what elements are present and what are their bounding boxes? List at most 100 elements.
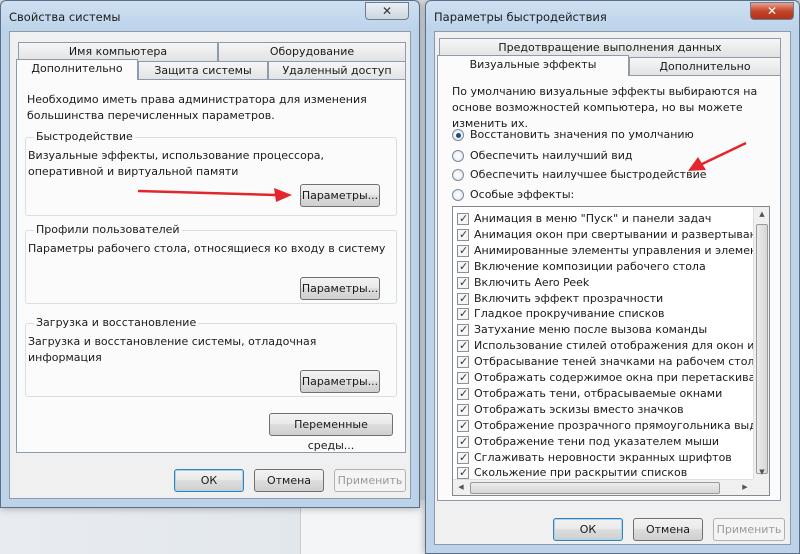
radio-button[interactable] [452,189,464,201]
tab-label: Дополнительно [31,62,123,75]
tab-visual-effects[interactable]: Визуальные эффекты [437,55,629,76]
custom-effects-list[interactable]: Анимация в меню "Пуск" и панели задач Ани… [452,206,770,496]
checkbox[interactable] [457,465,469,481]
scroll-thumb[interactable] [470,482,720,494]
horizontal-scrollbar[interactable]: ◀ ▶ [453,479,753,495]
vertical-scrollbar[interactable]: ▲ ▼ [753,207,769,479]
visual-effects-intro: По умолчанию визуальные эффекты выбирают… [452,85,758,130]
tab-remote-access[interactable]: Удаленный доступ [268,61,406,80]
checkbox[interactable] [457,211,469,227]
effect-label: Сглаживать неровности экранных шрифтов [474,450,732,464]
tab-hardware[interactable]: Оборудование [218,42,406,61]
radio-label: Восстановить значения по умолчанию [470,128,694,141]
user-profiles-group-title: Профили пользователей [34,223,182,236]
checkbox[interactable] [457,338,469,354]
effect-label: Отображение прозрачного прямоугольника в… [474,418,770,432]
close-button[interactable]: ✕ [365,2,409,20]
apply-button[interactable]: Применить [713,518,785,541]
startup-recovery-group-title: Загрузка и восстановление [34,316,199,329]
checkbox[interactable] [457,386,469,402]
effect-label: Анимация окон при свертывании и разверты… [474,227,770,241]
tab-label: Удаленный доступ [282,64,392,77]
checkbox[interactable] [457,306,469,322]
tab-label: Защита системы [154,64,252,77]
window-title: Свойства системы [9,10,121,24]
startup-recovery-group: Загрузка и восстановление Загрузка и вос… [25,316,397,397]
performance-description: Визуальные эффекты, использование процес… [28,149,325,178]
checkbox[interactable] [457,370,469,386]
user-profiles-group: Профили пользователей Параметры рабочего… [25,223,397,304]
checkbox[interactable] [457,291,469,307]
tab-advanced[interactable]: Дополнительно [16,59,138,80]
close-icon: ✕ [766,4,778,18]
apply-button[interactable]: Применить [334,469,406,492]
tab-label: Оборудование [269,45,355,58]
scroll-right-arrow-icon[interactable]: ▶ [737,483,753,491]
cancel-button[interactable]: Отмена [254,469,324,492]
startup-recovery-settings-button[interactable]: Параметры... [300,370,380,393]
close-icon: ✕ [381,4,393,18]
visual-effects-panel: По умолчанию визуальные эффекты выбирают… [437,75,781,501]
effect-label: Анимированные элементы управления и элем… [474,243,770,257]
checkbox[interactable] [457,434,469,450]
radio-label: Обеспечить наилучший вид [470,149,633,162]
radio-button[interactable] [452,150,464,162]
dialog-body: Предотвращение выполнения данных Визуаль… [434,31,791,545]
effect-label: Гладкое прокручивание списков [474,307,665,321]
checkbox[interactable] [457,418,469,434]
performance-options-window: Параметры быстродействия ✕ Предотвращени… [425,0,800,554]
effect-label: Отбрасывание теней значками на рабочем с… [474,355,762,369]
tab-label: Визуальные эффекты [469,58,597,71]
effect-label: Анимация в меню "Пуск" и панели задач [474,212,712,225]
cancel-button[interactable]: Отмена [633,518,703,541]
scroll-left-arrow-icon[interactable]: ◀ [453,483,469,491]
effect-label: Отображение тени под указателем мыши [474,434,720,448]
tab-label: Имя компьютера [68,45,168,58]
tab-label: Дополнительно [659,60,751,73]
checkbox[interactable] [457,322,469,338]
tab-label: Предотвращение выполнения данных [498,41,722,54]
checkbox[interactable] [457,227,469,243]
effect-label: Отображать содержимое окна при перетаски… [474,371,770,384]
effect-label: Отображать эскизы вместо значков [474,402,684,416]
effect-label: Включить Aero Peek [474,275,590,289]
performance-group: Быстродействие Визуальные эффекты, испол… [25,130,397,216]
radio-button[interactable] [452,169,464,181]
dialog-body: Имя компьютера Оборудование Дополнительн… [9,31,411,499]
close-button[interactable]: ✕ [750,2,794,20]
window-title: Параметры быстродействия [434,10,607,24]
radio-label: Особые эффекты: [470,188,575,201]
checkbox[interactable] [457,402,469,418]
checkbox[interactable] [457,354,469,370]
environment-variables-button[interactable]: Переменные среды... [269,413,393,452]
system-properties-window: Свойства системы ✕ Имя компьютера Оборуд… [0,0,420,508]
scroll-corner [753,479,769,495]
user-profiles-settings-button[interactable]: Параметры... [300,277,380,300]
performance-group-title: Быстродействие [34,130,135,143]
checkbox[interactable] [457,275,469,291]
effect-label: Использование стилей отображения для око… [474,339,770,353]
startup-recovery-description: Загрузка и восстановление системы, отлад… [28,335,317,364]
scroll-up-arrow-icon[interactable]: ▲ [754,210,769,218]
tab-system-protection[interactable]: Защита системы [138,61,268,80]
ok-button[interactable]: ОК [174,469,244,492]
ok-button[interactable]: ОК [553,518,623,541]
tab-advanced[interactable]: Дополнительно [629,57,781,76]
checkbox[interactable] [457,259,469,275]
admin-note: Необходимо иметь права администратора дл… [27,93,367,122]
user-profiles-description: Параметры рабочего стола, относящиеся ко… [28,242,386,255]
scroll-down-arrow-icon[interactable]: ▼ [754,468,769,476]
radio-label: Обеспечить наилучшее быстродействие [470,168,707,181]
checkbox[interactable] [457,450,469,466]
title-bar[interactable]: Параметры быстродействия ✕ [426,1,799,31]
scroll-thumb[interactable] [756,224,768,474]
effect-label: Отображать тени, отбрасываемые окнами [474,386,723,400]
radio-button[interactable] [452,129,464,141]
title-bar[interactable]: Свойства системы ✕ [1,1,419,31]
performance-settings-button[interactable]: Параметры... [300,184,380,207]
effect-label: Включение композиции рабочего стола [474,259,706,273]
advanced-tab-panel: Необходимо иметь права администратора дл… [16,79,406,453]
checkbox[interactable] [457,243,469,259]
effect-label: Затухание меню после вызова команды [474,323,708,337]
effect-label: Включить эффект прозрачности [474,291,664,305]
